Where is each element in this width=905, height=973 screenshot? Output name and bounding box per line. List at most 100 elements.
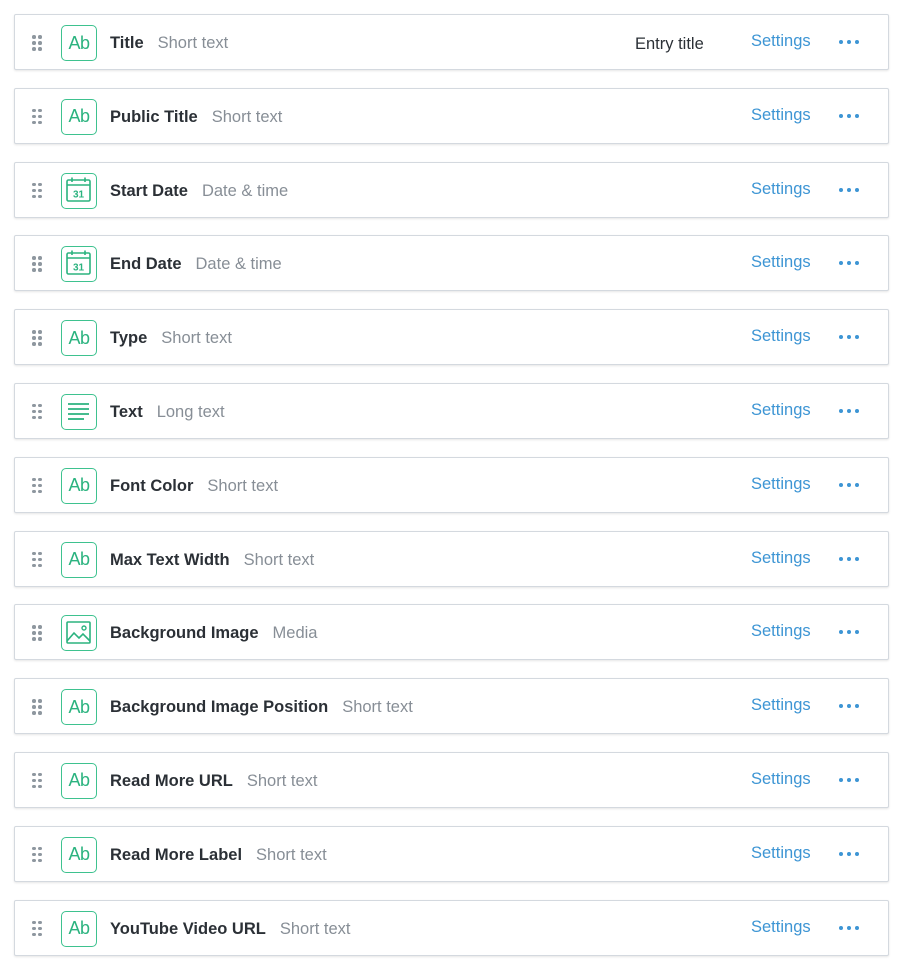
field-name: End Date (110, 255, 182, 274)
field-row[interactable]: Text Long text Settings (14, 382, 889, 440)
long-text-icon (61, 393, 97, 430)
field-name: Text (110, 402, 143, 421)
field-row[interactable]: Ab Type Short text Settings (14, 309, 889, 366)
entry-title-badge: Entry title (635, 35, 704, 53)
settings-link[interactable]: Settings (751, 15, 811, 67)
icon-glyph: Ab (68, 327, 90, 348)
icon-glyph: Ab (68, 918, 90, 939)
drag-handle-icon[interactable] (32, 920, 42, 937)
drag-handle-icon[interactable] (32, 477, 42, 494)
settings-link[interactable]: Settings (751, 89, 811, 141)
field-label: Read More Label Short text (110, 827, 327, 883)
icon-glyph: Ab (68, 770, 90, 791)
field-row[interactable]: Ab Public Title Short text Settings (14, 87, 889, 145)
field-name: YouTube Video URL (110, 919, 266, 938)
more-options-icon[interactable] (839, 408, 861, 415)
more-options-icon[interactable] (839, 187, 861, 194)
drag-handle-icon[interactable] (32, 699, 42, 715)
text-ab-icon: Ab (61, 836, 97, 873)
text-ab-icon: Ab (61, 25, 97, 61)
text-ab-icon: Ab (61, 98, 97, 135)
field-label: Max Text Width Short text (110, 532, 314, 588)
field-type: Date & time (201, 181, 289, 200)
settings-link[interactable]: Settings (751, 236, 811, 288)
more-options-icon[interactable] (839, 777, 861, 784)
more-options-icon[interactable] (839, 704, 861, 710)
field-name: Max Text Width (110, 550, 230, 569)
field-label: Background Image Media (110, 605, 318, 661)
field-label: Public Title Short text (110, 89, 282, 145)
field-label: Text Long text (110, 384, 225, 440)
drag-handle-icon[interactable] (32, 403, 42, 420)
more-options-icon[interactable] (839, 851, 861, 858)
settings-link[interactable]: Settings (751, 532, 811, 584)
more-options-icon[interactable] (839, 556, 861, 563)
field-name: Background Image Position (110, 698, 329, 717)
more-options-icon[interactable] (839, 335, 861, 341)
media-image-icon (61, 615, 97, 652)
field-name: Background Image (110, 624, 259, 643)
icon-glyph: Ab (68, 696, 90, 717)
settings-link[interactable]: Settings (751, 458, 811, 510)
calendar-day-text: 31 (73, 189, 85, 200)
drag-handle-icon[interactable] (32, 256, 42, 272)
field-row[interactable]: Background Image Media Settings (14, 604, 889, 661)
field-label: Read More URL Short text (110, 753, 317, 809)
calendar-day-text: 31 (73, 263, 85, 274)
field-row[interactable]: 31 End Date Date & time Settings (14, 235, 889, 292)
field-label: Background Image Position Short text (110, 679, 413, 735)
field-type: Short text (243, 550, 315, 569)
field-name: Start Date (110, 181, 188, 200)
drag-handle-icon[interactable] (32, 330, 42, 346)
settings-link[interactable]: Settings (751, 163, 811, 215)
settings-link[interactable]: Settings (751, 901, 811, 953)
field-row[interactable]: Ab Font Color Short text Settings (14, 456, 889, 514)
field-name: Public Title (110, 107, 198, 126)
field-row[interactable]: Ab Read More Label Short text Settings (14, 825, 889, 883)
field-row[interactable]: 31 Start Date Date & time Settings (14, 161, 889, 218)
drag-handle-icon[interactable] (32, 35, 42, 51)
settings-link[interactable]: Settings (751, 753, 811, 805)
field-type: Short text (157, 34, 229, 52)
field-row[interactable]: Ab Max Text Width Short text Settings (14, 530, 889, 588)
drag-handle-icon[interactable] (32, 108, 42, 125)
icon-glyph: Ab (68, 106, 90, 127)
icon-glyph: Ab (68, 475, 90, 496)
settings-link[interactable]: Settings (751, 827, 811, 879)
field-type: Long text (156, 402, 225, 421)
more-options-icon[interactable] (839, 630, 861, 636)
field-row[interactable]: Ab Background Image Position Short text Set… (14, 678, 889, 735)
field-label: Font Color Short text (110, 458, 278, 514)
more-options-icon[interactable] (839, 925, 861, 932)
text-ab-icon: Ab (61, 541, 97, 578)
field-row[interactable]: Ab Title Short text Entry title Settings (14, 14, 889, 70)
field-type: Media (272, 624, 318, 643)
field-type: Short text (207, 476, 279, 495)
drag-handle-icon[interactable] (32, 551, 42, 568)
text-ab-icon: Ab (61, 467, 97, 504)
settings-link[interactable]: Settings (751, 310, 811, 362)
field-name: Type (110, 329, 148, 348)
more-options-icon[interactable] (839, 40, 861, 46)
settings-link[interactable]: Settings (751, 384, 811, 436)
text-ab-icon: Ab (61, 910, 97, 947)
field-type: Short text (211, 107, 283, 126)
drag-handle-icon[interactable] (32, 625, 42, 641)
settings-link[interactable]: Settings (751, 605, 811, 657)
settings-link[interactable]: Settings (751, 679, 811, 731)
calendar-icon: 31 (61, 172, 97, 209)
more-options-icon[interactable] (839, 113, 861, 120)
field-type: Short text (161, 329, 232, 348)
field-row[interactable]: Ab YouTube Video URL Short text Settings (14, 899, 889, 957)
field-row[interactable]: Ab Read More URL Short text Settings (14, 751, 889, 809)
field-label: YouTube Video URL Short text (110, 901, 350, 957)
drag-handle-icon[interactable] (32, 772, 42, 789)
drag-handle-icon[interactable] (32, 182, 42, 199)
field-label: End Date Date & time (110, 236, 282, 292)
field-name: Read More Label (110, 845, 243, 864)
text-ab-icon: Ab (61, 320, 97, 357)
more-options-icon[interactable] (839, 261, 861, 267)
more-options-icon[interactable] (839, 482, 861, 489)
drag-handle-icon[interactable] (32, 846, 42, 863)
field-type: Date & time (195, 255, 282, 274)
